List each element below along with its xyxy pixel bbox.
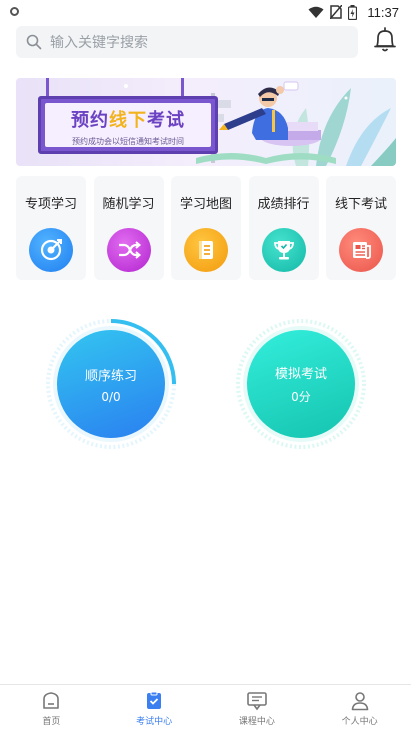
battery-icon (348, 4, 358, 20)
status-icons: 11:37 (308, 3, 399, 21)
sequential-practice-progress: 0/0 (101, 389, 121, 404)
category-score-ranking[interactable]: 成绩排行 (248, 176, 319, 280)
category-label: 成绩排行 (257, 197, 310, 212)
status-time: 11:37 (367, 4, 399, 20)
mock-exam-title: 模拟考试 (274, 367, 327, 382)
category-random-study[interactable]: 随机学习 (93, 176, 164, 280)
banner-title: 预约线下考试 (71, 110, 185, 131)
nav-personal-center[interactable]: 个人中心 (308, 685, 411, 730)
nav-label: 考试中心 (136, 717, 173, 727)
sequential-practice-button[interactable]: 顺序练习 0/0 (45, 318, 177, 450)
search-input[interactable]: 输入关键字搜索 (16, 26, 358, 58)
nav-label: 课程中心 (238, 717, 275, 727)
category-specialized-study[interactable]: 专项学习 (16, 176, 86, 280)
newspaper-icon (339, 228, 383, 272)
promo-banner[interactable]: 预约线下考试 预约成功会以短信通知考试时间 (16, 78, 396, 166)
banner-board: 预约线下考试 预约成功会以短信通知考试时间 (38, 96, 218, 154)
trophy-icon (261, 228, 306, 272)
search-placeholder: 输入关键字搜索 (50, 35, 148, 51)
bell-icon[interactable] (372, 26, 398, 54)
exam-icon (147, 691, 162, 709)
nav-exam-center[interactable]: 考试中心 (103, 685, 206, 730)
category-label: 随机学习 (102, 197, 155, 212)
shuffle-icon (106, 228, 151, 272)
nav-course-center[interactable]: 课程中心 (206, 685, 309, 730)
nav-home[interactable]: 首页 (0, 685, 103, 730)
notification-icon (10, 7, 19, 16)
category-grid: 专项学习 随机学习 学习地图 成绩排行 线下考试 (16, 176, 396, 280)
target-icon (29, 228, 73, 272)
search-icon (26, 34, 42, 50)
person-icon (351, 692, 368, 711)
wifi-icon (308, 6, 324, 18)
nav-label: 首页 (42, 717, 61, 727)
no-sim-icon (330, 5, 343, 19)
mock-exam-score: 0分 (291, 390, 311, 404)
category-label: 线下考试 (334, 197, 387, 212)
banner-subtitle: 预约成功会以短信通知考试时间 (72, 137, 184, 146)
book-icon (184, 228, 228, 272)
category-label: 专项学习 (24, 197, 77, 212)
nav-label: 个人中心 (341, 717, 378, 727)
home-icon (43, 692, 60, 709)
category-label: 学习地图 (179, 197, 232, 212)
bottom-nav: 首页 考试中心 课程中心 个人中心 (0, 684, 411, 730)
mock-exam-button[interactable]: 模拟考试 0分 (235, 318, 367, 450)
course-icon (247, 692, 267, 711)
sequential-practice-title: 顺序练习 (84, 368, 137, 384)
status-bar: 11:37 (0, 0, 411, 24)
category-learning-map[interactable]: 学习地图 (171, 176, 241, 280)
category-offline-exam[interactable]: 线下考试 (326, 176, 396, 280)
